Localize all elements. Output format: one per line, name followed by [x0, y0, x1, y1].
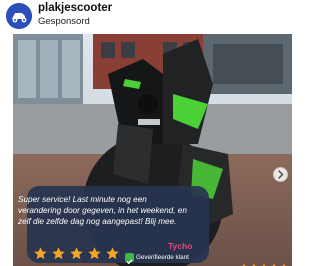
review-text: Super service! Last minute nog een veran…	[18, 195, 187, 227]
star-icon	[52, 247, 65, 260]
star-icon	[70, 247, 83, 260]
star-icon	[88, 247, 101, 260]
carousel-next-button[interactable]	[273, 167, 288, 182]
star-icon	[34, 247, 47, 260]
sponsored-label: Gesponsord	[38, 16, 90, 27]
account-name[interactable]: plakjescooter	[38, 2, 112, 14]
scooter-logo-icon[interactable]	[6, 3, 32, 29]
verified-label: Geverifieerde klant	[136, 254, 189, 261]
star-icon	[106, 247, 119, 260]
check-icon	[125, 253, 134, 265]
next-slide-stars-preview	[240, 258, 292, 266]
reviewer-name: Tycho	[168, 241, 193, 251]
post-header: plakjescooter Gesponsord	[0, 0, 292, 30]
chevron-right-icon	[278, 170, 284, 179]
